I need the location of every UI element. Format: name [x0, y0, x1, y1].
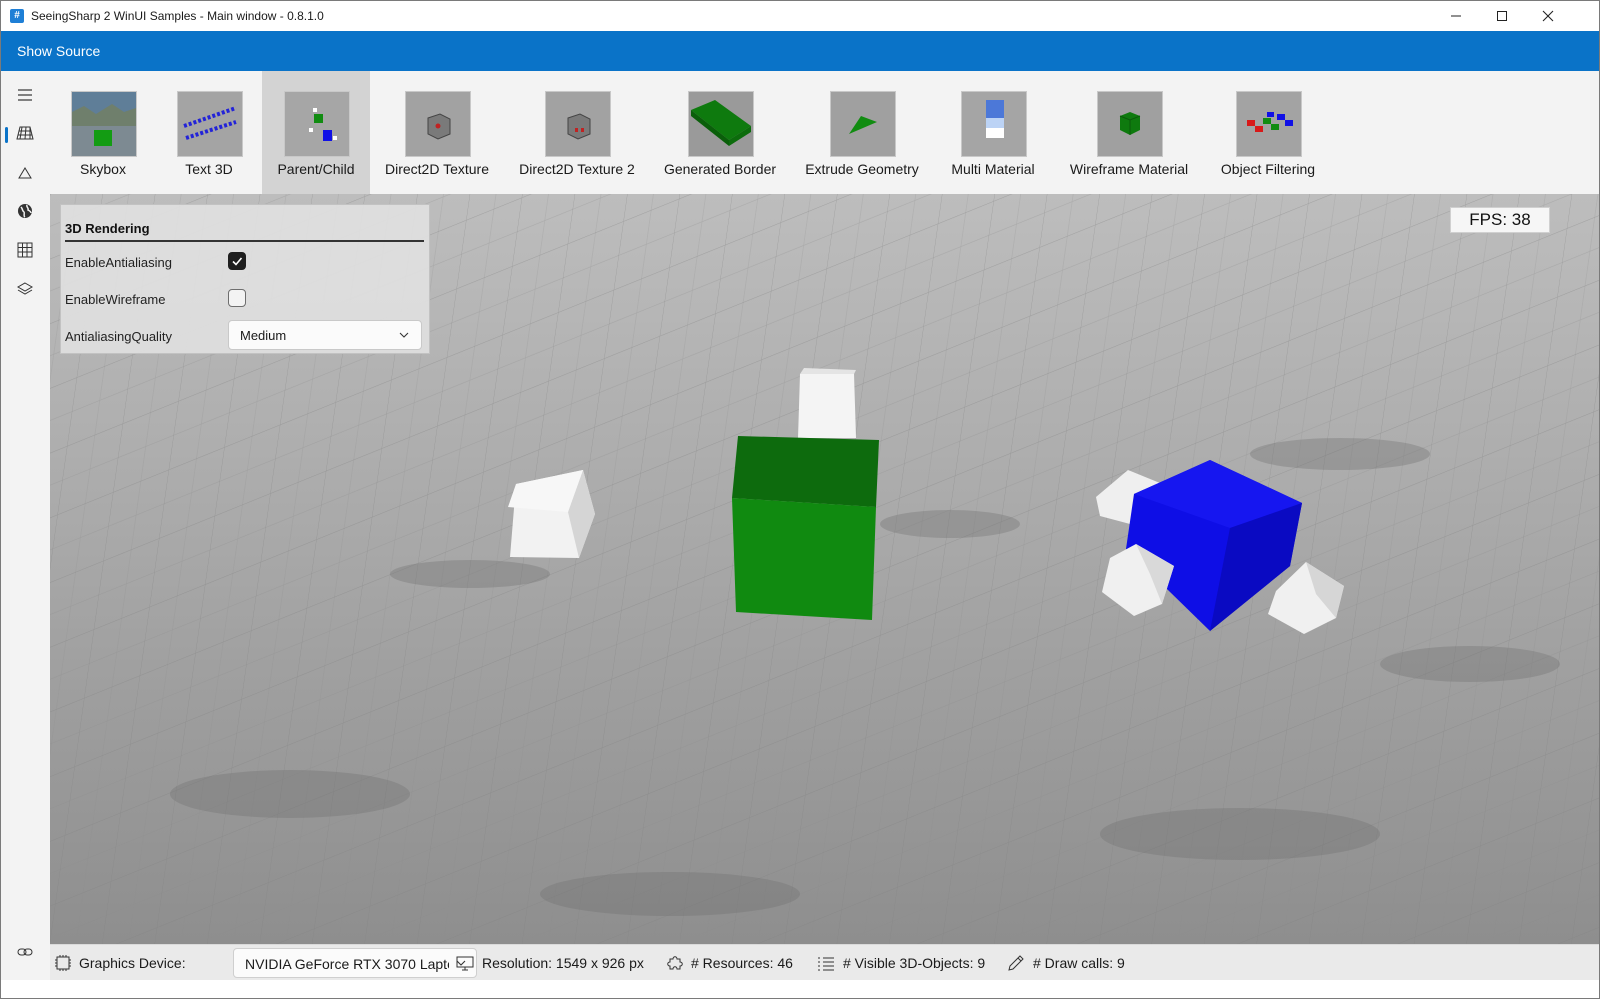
graphics-device-value: NVIDIA GeForce RTX 3070 Laptop	[245, 956, 449, 972]
direct2d-texture-thumbnail	[405, 91, 471, 157]
properties-panel: 3D Rendering EnableAntialiasing EnableWi…	[60, 204, 430, 354]
sample-label: Wireframe Material	[1069, 161, 1189, 177]
resources-text: # Resources: 46	[691, 955, 793, 971]
wireframe-material-thumbnail	[1097, 91, 1163, 157]
window-title: SeeingSharp 2 WinUI Samples - Main windo…	[31, 9, 324, 23]
status-bar: Graphics Device: NVIDIA GeForce RTX 3070…	[50, 944, 1599, 980]
fps-counter: FPS: 38	[1450, 207, 1550, 233]
parent-child-thumbnail	[284, 91, 350, 157]
object-filtering-thumbnail	[1236, 91, 1302, 157]
chevron-down-icon	[399, 332, 409, 338]
sample-label: Direct2D Texture	[384, 161, 489, 177]
white-cube-top	[798, 368, 856, 438]
sample-label: Skybox	[80, 161, 126, 177]
layers-icon[interactable]	[13, 277, 37, 301]
sample-multi-material[interactable]: Multi Material	[934, 71, 1052, 194]
antialiasing-quality-label: AntialiasingQuality	[65, 329, 172, 344]
nav-rail	[1, 71, 50, 980]
combobox-value: Medium	[240, 328, 287, 343]
globe-icon[interactable]	[13, 199, 37, 223]
direct2d-texture2-thumbnail	[545, 91, 611, 157]
resolution-item: Resolution: 1549 x 926 px	[455, 945, 644, 981]
hamburger-menu-icon[interactable]	[13, 83, 37, 107]
draw-calls-item: # Draw calls: 9	[1006, 945, 1125, 981]
close-icon	[1542, 10, 1554, 22]
app-icon: #	[10, 9, 24, 23]
antialiasing-quality-combobox[interactable]: Medium	[228, 320, 422, 350]
green-cube	[732, 436, 879, 620]
enable-wireframe-checkbox[interactable]	[228, 289, 246, 307]
skybox-thumbnail	[71, 91, 137, 157]
extrude-geometry-thumbnail	[830, 91, 896, 157]
sample-label: Parent/Child	[277, 161, 355, 177]
sample-label: Direct2D Texture 2	[519, 161, 635, 177]
sample-generated-border[interactable]: Generated Border	[650, 71, 790, 194]
visible-objects-text: # Visible 3D-Objects: 9	[843, 955, 986, 971]
maximize-button[interactable]	[1479, 1, 1525, 31]
sample-extrude-geometry[interactable]: Extrude Geometry	[790, 71, 934, 194]
sample-text-3d[interactable]: Text 3D	[156, 71, 262, 194]
title-bar[interactable]: # SeeingSharp 2 WinUI Samples - Main win…	[1, 1, 1599, 31]
sample-label: Object Filtering	[1220, 161, 1316, 177]
main-window: # SeeingSharp 2 WinUI Samples - Main win…	[0, 0, 1600, 999]
sample-direct2d-texture[interactable]: Direct2D Texture	[370, 71, 504, 194]
sample-label: Multi Material	[951, 161, 1035, 177]
grid-floor-icon[interactable]	[13, 121, 37, 145]
resources-item: # Resources: 46	[666, 945, 793, 981]
resolution-text: Resolution: 1549 x 926 px	[482, 955, 644, 971]
sample-parent-child[interactable]: Parent/Child	[262, 71, 370, 194]
samples-gallery: Skybox Text 3D Parent/Child Direct2D Tex…	[50, 71, 1599, 194]
enable-wireframe-label: EnableWireframe	[65, 292, 166, 307]
link-icon[interactable]	[13, 940, 37, 964]
enable-antialiasing-label: EnableAntialiasing	[65, 255, 172, 270]
command-bar: Show Source	[1, 31, 1599, 71]
multi-material-thumbnail	[961, 91, 1027, 157]
maximize-icon	[1497, 11, 1507, 21]
close-button[interactable]	[1525, 1, 1571, 31]
show-source-button[interactable]: Show Source	[17, 43, 100, 59]
panel-title: 3D Rendering	[65, 221, 150, 236]
chip-icon	[55, 955, 71, 971]
sample-skybox[interactable]: Skybox	[50, 71, 156, 194]
render-viewport[interactable]: FPS: 38 3D Rendering EnableAntialiasing …	[50, 194, 1599, 944]
panel-divider	[65, 240, 424, 242]
sample-object-filtering[interactable]: Object Filtering	[1206, 71, 1330, 194]
checkmark-icon	[232, 257, 243, 266]
list-icon	[818, 957, 834, 971]
graphics-device-item: Graphics Device:	[54, 945, 186, 981]
pen-icon	[1008, 955, 1024, 971]
minimize-button[interactable]	[1433, 1, 1479, 31]
draw-calls-text: # Draw calls: 9	[1033, 955, 1125, 971]
generated-border-thumbnail	[688, 91, 754, 157]
nav-selection-indicator	[5, 127, 8, 143]
graphics-device-combobox[interactable]: NVIDIA GeForce RTX 3070 Laptop	[233, 948, 477, 978]
sample-label: Generated Border	[663, 161, 777, 177]
sample-direct2d-texture-2[interactable]: Direct2D Texture 2	[504, 71, 650, 194]
visible-objects-item: # Visible 3D-Objects: 9	[816, 945, 985, 981]
text3d-thumbnail	[177, 91, 243, 157]
minimize-icon	[1451, 15, 1461, 17]
triangle-icon[interactable]	[13, 161, 37, 185]
table-icon[interactable]	[13, 238, 37, 262]
sample-label: Extrude Geometry	[805, 161, 919, 177]
white-cube-left	[508, 470, 595, 558]
sample-label: Text 3D	[185, 161, 233, 177]
graphics-device-label: Graphics Device:	[79, 955, 186, 971]
enable-antialiasing-checkbox[interactable]	[228, 252, 246, 270]
monitor-icon	[456, 956, 474, 971]
sample-wireframe-material[interactable]: Wireframe Material	[1052, 71, 1206, 194]
puzzle-icon	[667, 956, 683, 970]
